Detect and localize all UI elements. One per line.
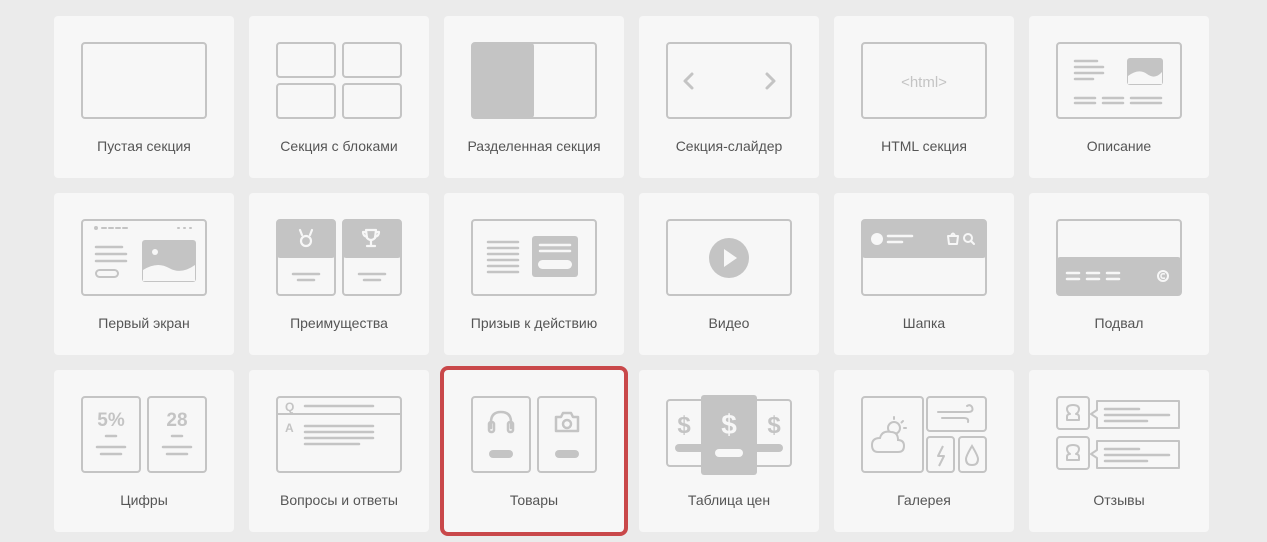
tile-html-section[interactable]: <html> HTML секция [834,16,1014,178]
html-tag-text: <html> [901,74,947,91]
tile-label: Преимущества [290,315,388,331]
tile-label: Вопросы и ответы [280,492,398,508]
tile-label: HTML секция [881,138,967,154]
products-icon [471,396,597,473]
tile-first-screen[interactable]: Первый экран [54,193,234,355]
tile-label: Галерея [897,492,951,508]
slider-section-icon [666,42,792,119]
tile-label: Первый экран [98,315,190,331]
tile-label: Товары [509,492,559,508]
tile-split-section[interactable]: Разделенная секция [444,16,624,178]
tile-label: Описание [1086,138,1152,154]
tile-faq[interactable]: Q A Вопросы и ответы [249,370,429,532]
price-center-text: $ [721,409,737,440]
empty-section-icon [81,42,207,119]
footer-icon [1056,219,1182,296]
tile-label: Разделенная секция [467,138,601,154]
header-icon [861,219,987,296]
tile-label: Шапка [902,315,946,331]
call-to-action-icon [471,219,597,296]
tile-label: Таблица цен [687,492,771,508]
reviews-icon [1056,396,1180,470]
numbers-icon: 5% 28 [81,396,207,473]
tile-advantages[interactable]: Преимущества [249,193,429,355]
tile-video[interactable]: Видео [639,193,819,355]
tile-blocks-section[interactable]: Секция с блоками [249,16,429,178]
tile-gallery[interactable]: Галерея [834,370,1014,532]
faq-q-text: Q [285,400,294,414]
gallery-icon [861,396,987,473]
numbers-right-text: 28 [166,410,187,431]
tile-label: Секция-слайдер [675,138,783,154]
faq-a-text: A [285,421,294,435]
split-section-icon [471,42,597,119]
tile-label: Секция с блоками [280,138,398,154]
description-icon [1056,42,1182,119]
tile-header[interactable]: Шапка [834,193,1014,355]
section-type-grid: Пустая секция Секция с блоками Разделенн… [54,16,1209,536]
tile-label: Подвал [1094,315,1144,331]
tile-label: Цифры [120,492,168,508]
faq-icon: Q A [276,396,402,473]
advantages-icon [276,219,402,296]
html-section-icon: <html> [861,42,987,119]
tile-footer[interactable]: Подвал [1029,193,1209,355]
tile-label: Призыв к действию [470,315,598,331]
first-screen-icon [81,219,207,296]
tile-label: Отзывы [1093,492,1145,508]
tile-numbers[interactable]: 5% 28 Цифры [54,370,234,532]
price-left-text: $ [677,412,691,439]
tile-reviews[interactable]: Отзывы [1029,370,1209,532]
numbers-left-text: 5% [97,410,125,431]
video-icon [666,219,792,296]
tile-description[interactable]: Описание [1029,16,1209,178]
tile-empty-section[interactable]: Пустая секция [54,16,234,178]
tile-pricing-table[interactable]: $ $ $ Таблица цен [639,370,819,532]
pricing-table-icon: $ $ $ [666,395,792,475]
blocks-section-icon [276,42,402,119]
tile-label: Видео [708,315,750,331]
tile-label: Пустая секция [97,138,191,154]
tile-products[interactable]: Товары [440,366,628,536]
price-right-text: $ [767,412,781,439]
tile-call-to-action[interactable]: Призыв к действию [444,193,624,355]
tile-slider-section[interactable]: Секция-слайдер [639,16,819,178]
